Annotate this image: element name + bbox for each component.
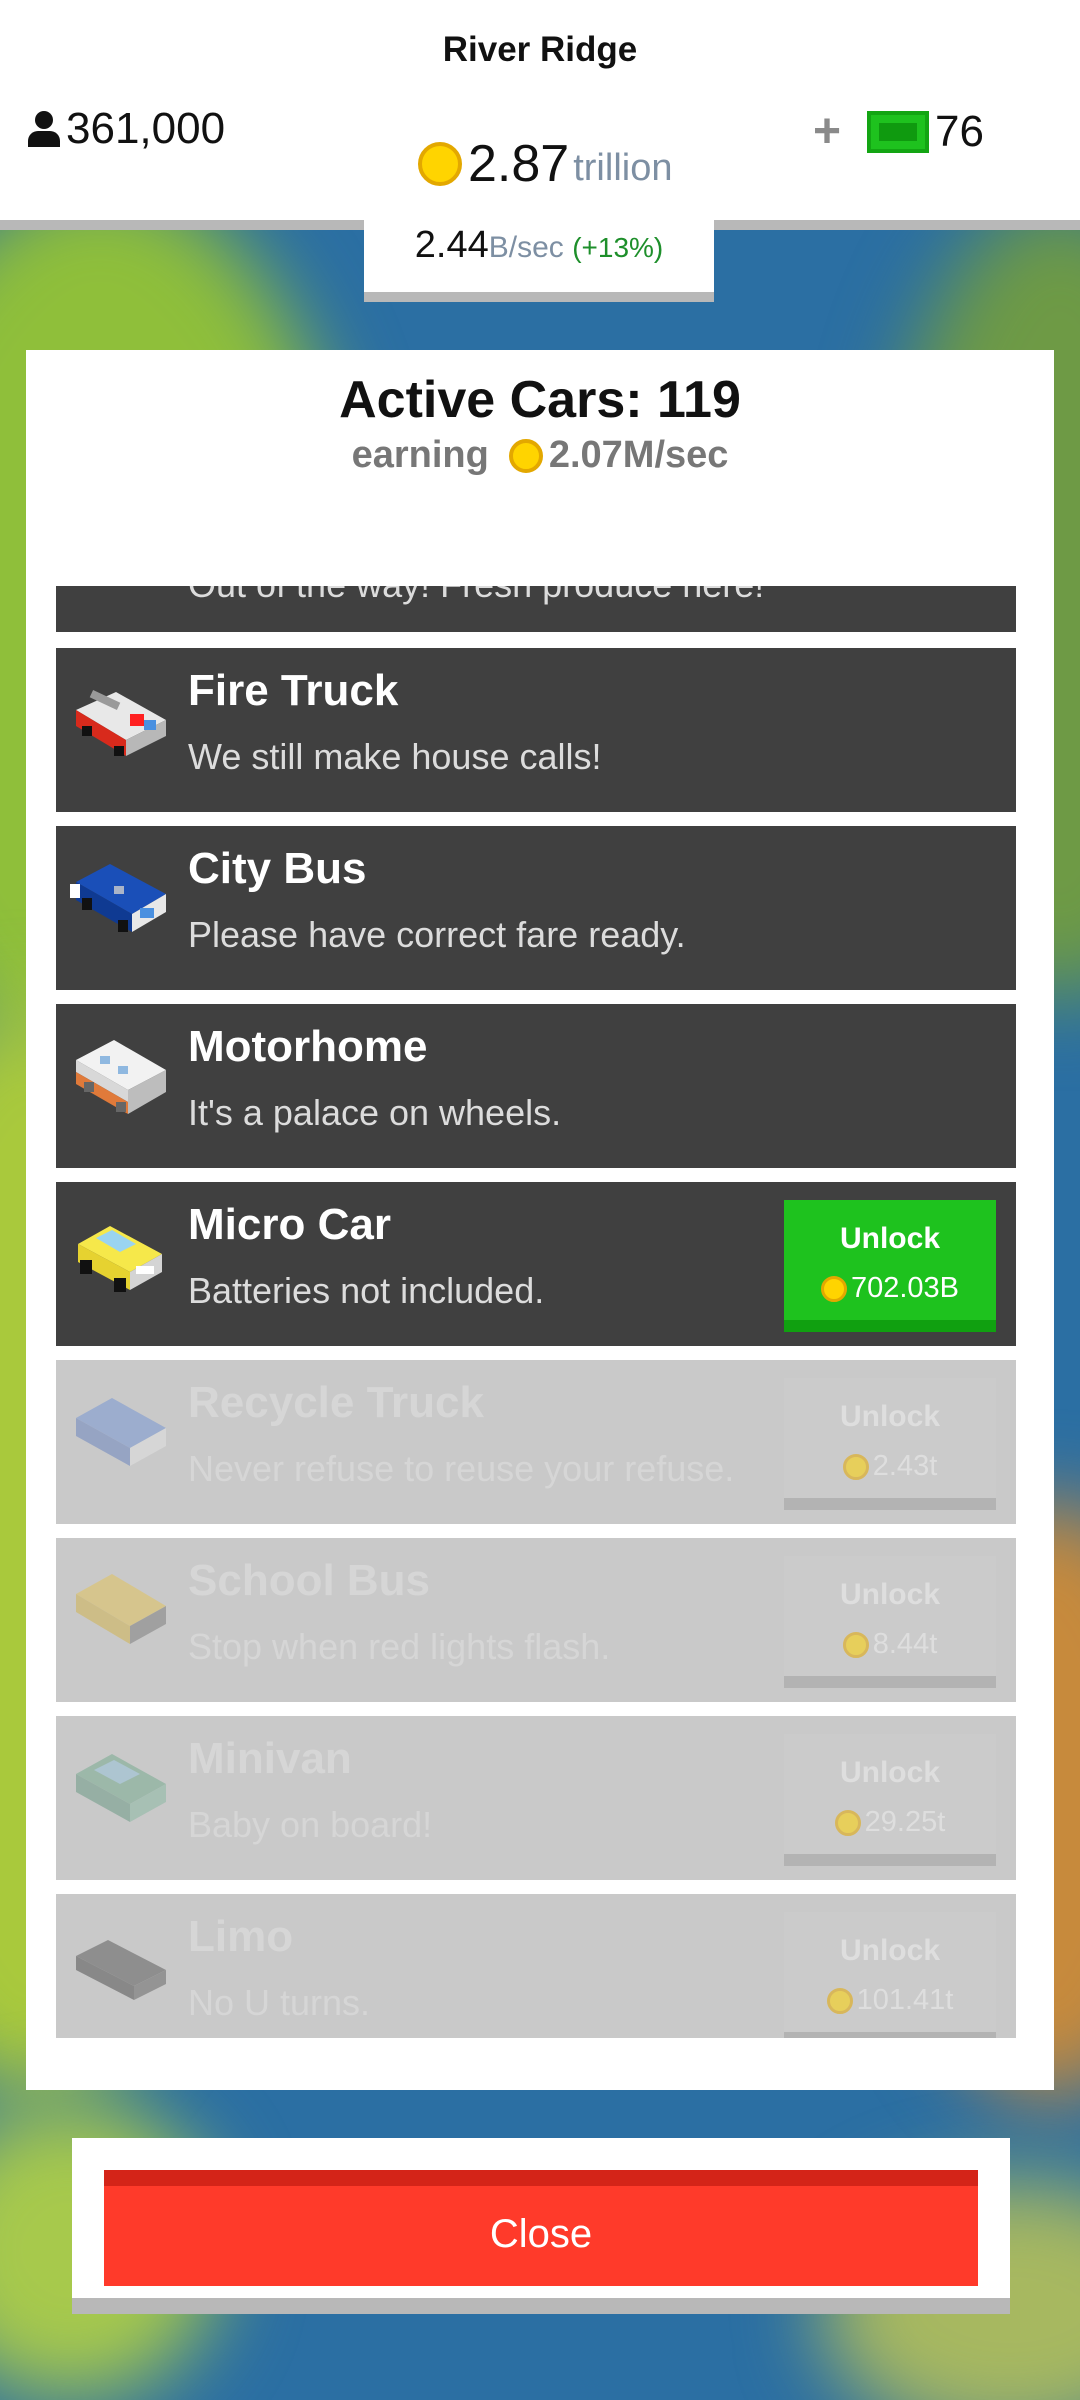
price-value: 29.25t xyxy=(864,1806,946,1838)
fire-truck-icon xyxy=(76,690,166,756)
coin-icon xyxy=(820,1275,847,1302)
unlock-button[interactable]: Unlock 702.03B xyxy=(784,1200,996,1332)
unlock-button[interactable]: Unlock 2.43t xyxy=(784,1378,996,1510)
unlock-label: Unlock xyxy=(839,1756,941,1789)
earning-value: 2.07M/sec xyxy=(548,434,729,476)
car-description: No U turns. xyxy=(188,1982,371,2023)
car-description: Stop when red lights flash. xyxy=(188,1626,611,1667)
price-value: 101.41t xyxy=(856,1984,954,2016)
rate-unit: B/sec xyxy=(488,231,564,264)
unlock-label: Unlock xyxy=(839,1578,941,1611)
car-description: Batteries not included. xyxy=(188,1270,545,1311)
car-list[interactable]: Out of the way! Fresh produce here! Fire… xyxy=(56,586,1016,2038)
car-description: Baby on board! xyxy=(188,1804,433,1845)
car-card-minivan[interactable]: Minivan Baby on board! Unlock 29.25t xyxy=(56,1716,1016,1880)
car-name: School Bus xyxy=(188,1556,431,1605)
coin-icon xyxy=(418,142,462,186)
cash-counter: + 76 xyxy=(813,104,984,159)
car-card-fire-truck[interactable]: Fire Truck We still make house calls! xyxy=(56,648,1016,812)
money-value: 2.87 xyxy=(468,135,570,193)
panel-title: Active Cars: 119 xyxy=(339,371,741,429)
unlock-label: Unlock xyxy=(839,1222,941,1255)
price-value: 8.44t xyxy=(872,1628,938,1660)
car-name: Recycle Truck xyxy=(188,1378,484,1427)
car-card-limo[interactable]: Limo No U turns. Unlock 101.41t xyxy=(56,1894,1016,2038)
motorhome-icon xyxy=(76,1040,166,1114)
unlock-price: 101.41t xyxy=(784,1984,996,2017)
unlock-price: 8.44t xyxy=(784,1628,996,1661)
earning-rate: earning 2.07M/sec xyxy=(26,434,1054,477)
unlock-button[interactable]: Unlock 29.25t xyxy=(784,1734,996,1866)
car-card-recycle-truck[interactable]: Recycle Truck Never refuse to reuse your… xyxy=(56,1360,1016,1524)
rate-change: (+13%) xyxy=(572,232,664,263)
car-name: City Bus xyxy=(188,844,367,893)
cash-icon xyxy=(867,110,930,153)
money-counter: 2.87 trillion xyxy=(418,134,672,194)
recycle-truck-icon xyxy=(76,1398,166,1466)
unlock-button[interactable]: Unlock 101.41t xyxy=(784,1912,996,2038)
car-description: Please have correct fare ready. xyxy=(188,914,686,955)
income-rate: 2.44B/sec (+13%) xyxy=(364,212,714,302)
car-card-school-bus[interactable]: School Bus Stop when red lights flash. U… xyxy=(56,1538,1016,1702)
price-value: 702.03B xyxy=(850,1272,960,1304)
unlock-price: 29.25t xyxy=(784,1806,996,1839)
unlock-label: Unlock xyxy=(839,1934,941,1967)
city-name: River Ridge xyxy=(442,30,638,69)
micro-car-icon xyxy=(78,1226,162,1292)
car-card-micro-car[interactable]: Micro Car Batteries not included. Unlock… xyxy=(56,1182,1016,1346)
car-name: Fire Truck xyxy=(188,666,399,715)
add-cash-button[interactable]: + xyxy=(813,104,841,159)
car-name: Micro Car xyxy=(188,1200,391,1249)
car-description: Never refuse to reuse your refuse. xyxy=(188,1448,735,1489)
cash-value: 76 xyxy=(935,106,984,156)
person-icon xyxy=(26,111,62,147)
school-bus-icon xyxy=(76,1574,166,1644)
rate-value: 2.44 xyxy=(414,224,489,266)
unlock-label: Unlock xyxy=(839,1400,941,1433)
unlock-price: 702.03B xyxy=(784,1272,996,1305)
limo-icon xyxy=(76,1940,166,2000)
unlock-button[interactable]: Unlock 8.44t xyxy=(784,1556,996,1688)
coin-icon xyxy=(842,1453,869,1480)
price-value: 2.43t xyxy=(872,1450,938,1482)
car-card-city-bus[interactable]: City Bus Please have correct fare ready. xyxy=(56,826,1016,990)
close-container: Close xyxy=(72,2138,1010,2314)
coin-icon xyxy=(826,1987,853,2014)
population-counter: 361,000 xyxy=(26,104,225,154)
earning-label: earning xyxy=(351,434,489,476)
car-description: Out of the way! Fresh produce here! xyxy=(188,586,764,606)
top-bar: River Ridge 361,000 2.87 trillion + 76 xyxy=(0,0,1080,230)
close-button[interactable]: Close xyxy=(104,2170,978,2286)
city-bus-icon xyxy=(70,864,166,932)
car-description: It's a palace on wheels. xyxy=(188,1092,562,1133)
population-value: 361,000 xyxy=(66,104,226,153)
car-name: Limo xyxy=(188,1912,294,1961)
minivan-icon xyxy=(76,1754,166,1822)
coin-icon xyxy=(842,1631,869,1658)
car-name: Minivan xyxy=(188,1734,352,1783)
car-card[interactable]: Out of the way! Fresh produce here! xyxy=(56,586,1016,632)
car-description: We still make house calls! xyxy=(188,736,602,777)
coin-icon xyxy=(508,438,543,473)
coin-icon xyxy=(834,1809,861,1836)
money-unit: trillion xyxy=(573,147,673,189)
car-name: Motorhome xyxy=(188,1022,428,1071)
active-cars-panel: Active Cars: 119 earning 2.07M/sec Out o… xyxy=(26,350,1054,2090)
car-card-motorhome[interactable]: Motorhome It's a palace on wheels. xyxy=(56,1004,1016,1168)
unlock-price: 2.43t xyxy=(784,1450,996,1483)
